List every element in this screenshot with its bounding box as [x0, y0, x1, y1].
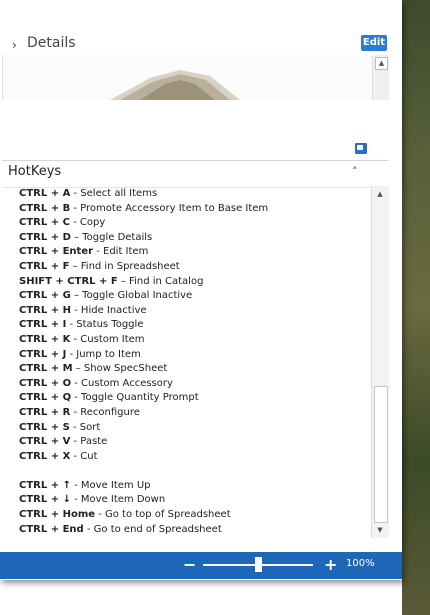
hotkeys-title: HotKeys	[8, 164, 62, 179]
hotkey-keys: CTRL + V	[19, 436, 71, 448]
hotkey-description: – Toggle Details	[70, 231, 153, 243]
hotkey-description: – Find in Catalog	[117, 275, 204, 287]
hotkey-description: - Custom Item	[70, 333, 145, 345]
hotkey-item: SHIFT + CTRL + F – Find in Catalog	[19, 275, 369, 290]
hotkey-keys: CTRL + K	[19, 333, 71, 345]
zoom-out-button[interactable]: −	[183, 555, 196, 574]
hotkey-item: CTRL + H - Hide Inactive	[19, 304, 369, 319]
hotkeys-list: CTRL + A - Select all Items CTRL + B - Pr…	[19, 187, 369, 537]
hotkey-description: - Edit Item	[93, 246, 149, 258]
hotkey-keys: CTRL + End	[19, 523, 84, 535]
hotkey-description: - Paste	[70, 436, 108, 448]
hotkey-item: CTRL + G – Toggle Global Inactive	[19, 289, 369, 304]
hotkey-description: - Sort	[69, 421, 101, 433]
hotkey-item: CTRL + S - Sort	[19, 421, 369, 436]
hotkey-keys: CTRL + H	[19, 304, 71, 316]
hotkeys-scrollbar[interactable]: ▲ ▼	[371, 186, 389, 538]
hotkey-keys: CTRL + ↑	[19, 479, 71, 491]
product-image	[110, 70, 240, 100]
hotkey-keys: CTRL + O	[19, 377, 72, 389]
edit-button[interactable]: Edit	[361, 35, 387, 51]
hotkey-description: - Jump to Item	[66, 348, 141, 360]
hotkey-item: CTRL + Enter - Edit Item	[19, 245, 369, 260]
hotkey-description: - Go to top of Spreadsheet	[95, 509, 231, 521]
hotkey-item: CTRL + B - Promote Accessory Item to Bas…	[19, 202, 369, 217]
hotkey-keys: CTRL + I	[19, 319, 67, 331]
details-scrollbar[interactable]: ▲	[372, 55, 389, 100]
scroll-up-icon[interactable]: ▲	[374, 188, 386, 200]
hotkey-description: - Reconfigure	[70, 406, 140, 418]
hotkey-item: CTRL + ↑ - Move Item Up	[19, 479, 369, 494]
zoom-in-button[interactable]: +	[324, 555, 337, 574]
hotkey-keys: CTRL + B	[19, 202, 71, 214]
scroll-down-icon[interactable]: ▼	[374, 524, 386, 536]
hotkey-item: CTRL + M – Show SpecSheet	[19, 362, 369, 377]
hotkey-item: CTRL + K - Custom Item	[19, 333, 369, 348]
scrollbar-thumb[interactable]	[374, 386, 388, 523]
chevron-up-icon[interactable]: ˄	[352, 165, 358, 178]
hotkey-item: CTRL + Home - Go to top of Spreadsheet	[19, 508, 369, 523]
hotkey-item: CTRL + D – Toggle Details	[19, 231, 369, 246]
hotkey-keys: CTRL + M	[19, 363, 73, 375]
torn-edge-gap	[0, 100, 400, 140]
hotkey-item: CTRL + ↓ - Move Item Down	[19, 493, 369, 508]
details-label: Details	[27, 35, 76, 51]
hotkey-keys: SHIFT + CTRL + F	[19, 275, 118, 287]
hotkey-description: - Toggle Quantity Prompt	[71, 392, 199, 404]
hotkey-description: - Go to end of Spreadsheet	[83, 523, 222, 535]
zoom-level: 100%	[346, 558, 375, 569]
hotkey-description: – Show SpecSheet	[72, 363, 168, 375]
hotkey-keys: CTRL + Enter	[19, 246, 94, 258]
hotkey-item: CTRL + X - Cut	[19, 450, 369, 465]
hotkey-keys: CTRL + J	[19, 348, 67, 360]
hotkey-item: CTRL + J - Jump to Item	[19, 348, 369, 363]
hotkey-keys: CTRL + X	[19, 450, 71, 462]
hotkey-item: CTRL + V - Paste	[19, 435, 369, 450]
hotkey-description: - Custom Accessory	[71, 377, 173, 389]
hotkey-item: CTRL + Q - Toggle Quantity Prompt	[19, 391, 369, 406]
hotkey-keys: CTRL + G	[19, 290, 71, 302]
hotkey-keys: CTRL + ↓	[19, 494, 71, 506]
hotkey-item: CTRL + I - Status Toggle	[19, 318, 369, 333]
hotkey-keys: CTRL + F	[19, 260, 70, 272]
hotkey-description: – Find in Spreadsheet	[69, 260, 180, 272]
hotkey-item: CTRL + R - Reconfigure	[19, 406, 369, 421]
hotkey-item	[19, 464, 369, 479]
hotkey-item: CTRL + F – Find in Spreadsheet	[19, 260, 369, 275]
hotkey-description: - Move Item Up	[70, 479, 151, 491]
hotkey-description: - Select all Items	[70, 188, 158, 199]
background-scenery	[402, 0, 430, 615]
hotkey-keys: CTRL + C	[19, 217, 70, 229]
hotkey-description: - Status Toggle	[66, 319, 144, 331]
zoom-slider-thumb[interactable]	[255, 557, 262, 572]
hotkey-description: - Cut	[70, 450, 98, 462]
scroll-up-icon[interactable]: ▲	[375, 57, 388, 70]
hotkey-description: - Move Item Down	[70, 494, 166, 506]
hotkey-description: - Copy	[69, 217, 106, 229]
chevron-right-icon[interactable]: ›	[12, 38, 17, 52]
hotkey-keys: CTRL + Q	[19, 392, 72, 404]
hotkey-item: CTRL + End - Go to end of Spreadsheet	[19, 523, 369, 538]
hotkey-keys: CTRL + Home	[19, 509, 96, 521]
hotkey-keys: CTRL + A	[19, 188, 71, 199]
hotkey-keys: CTRL + D	[19, 231, 71, 243]
status-bar	[0, 552, 402, 579]
hotkey-item: CTRL + O - Custom Accessory	[19, 377, 369, 392]
hotkey-description: - Hide Inactive	[70, 304, 147, 316]
page-icon[interactable]	[355, 143, 367, 154]
hotkey-item: CTRL + A - Select all Items	[19, 187, 369, 202]
hotkey-description: - Promote Accessory Item to Base Item	[70, 202, 269, 214]
hotkey-description: – Toggle Global Inactive	[70, 290, 193, 302]
hotkey-item: CTRL + C - Copy	[19, 216, 369, 231]
hotkey-keys: CTRL + S	[19, 421, 70, 433]
hotkey-keys: CTRL + R	[19, 406, 71, 418]
